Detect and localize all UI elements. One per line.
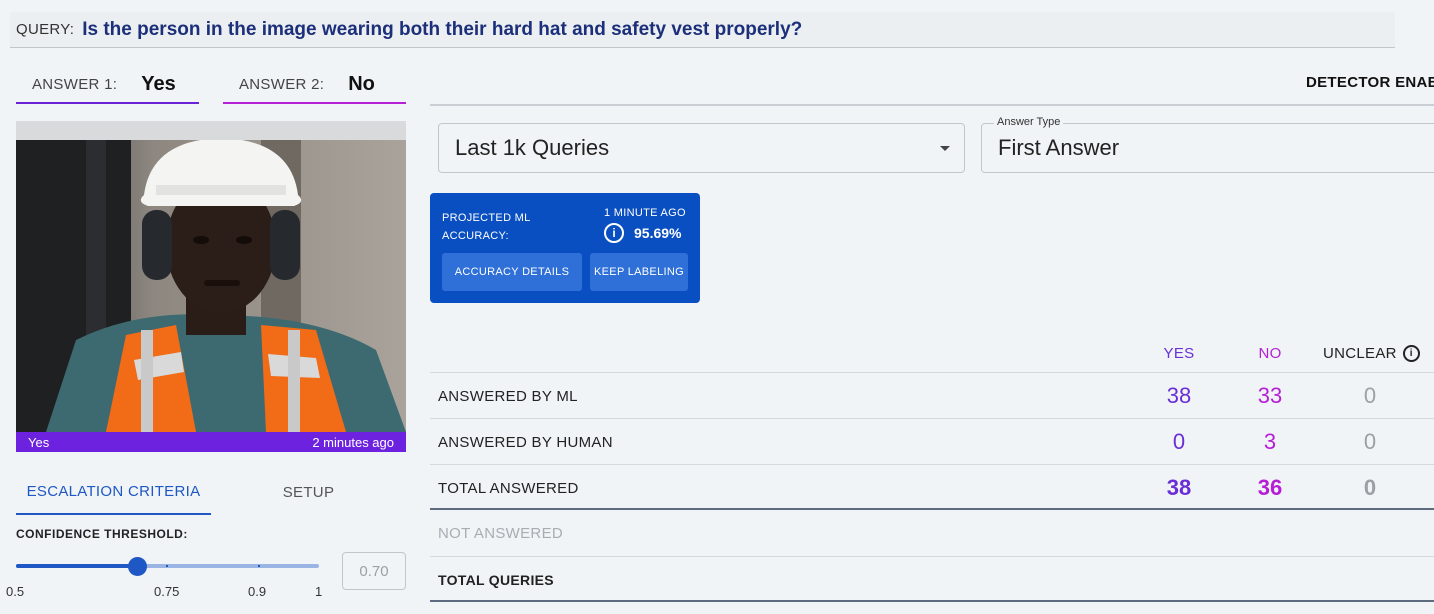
row-label: TOTAL QUERIES (438, 572, 554, 588)
answer-2-tab: ANSWER 2: No (223, 66, 406, 104)
answer-type-label: Answer Type (994, 116, 1064, 128)
cell-unclear: 0 (1363, 429, 1377, 454)
query-bar: QUERY: Is the person in the image wearin… (10, 12, 1395, 48)
accuracy-value-row: i 95.69% (604, 223, 681, 243)
tab-setup[interactable]: SETUP (211, 470, 406, 515)
stats-header-yes: YES (1163, 345, 1195, 362)
accuracy-value: 95.69% (634, 225, 682, 241)
image-caption-answer: Yes (28, 434, 50, 450)
stats-header-no: NO (1258, 345, 1282, 362)
query-image[interactable] (16, 140, 406, 432)
tab-escalation-criteria[interactable]: ESCALATION CRITERIA (16, 470, 211, 515)
answer-2-label: ANSWER 2: (239, 75, 325, 93)
cell-yes: 38 (1166, 475, 1192, 500)
slider-track (16, 564, 138, 568)
cell-no: 33 (1257, 383, 1283, 408)
answer-type-value: First Answer (998, 135, 1120, 160)
row-label: ANSWERED BY ML (438, 387, 578, 405)
info-icon[interactable]: i (1402, 345, 1420, 362)
row-label: ANSWERED BY HUMAN (438, 433, 613, 451)
answer-1-tab: ANSWER 1: Yes (16, 66, 199, 104)
answer-1-value: Yes (141, 72, 176, 95)
slider-tick-label: 1 (315, 584, 323, 599)
cell-no: 36 (1257, 475, 1283, 500)
query-range-value: Last 1k Queries (455, 135, 610, 160)
table-row: ANSWERED BY ML 38 33 0 (430, 372, 1434, 418)
stats-header-unclear: UNCLEAR i (1323, 345, 1420, 362)
slider-mark (258, 565, 260, 567)
info-icon[interactable]: i (604, 223, 624, 243)
accuracy-title: PROJECTED ML ACCURACY: (442, 209, 531, 245)
row-label: TOTAL ANSWERED (438, 479, 579, 497)
detector-enabled-label[interactable]: DETECTOR ENABL (1306, 74, 1434, 91)
answer-2-value: No (348, 72, 375, 95)
slider-tick-label: 0.5 (6, 584, 25, 599)
answer-1-label: ANSWER 1: (32, 75, 118, 93)
cell-yes: 0 (1172, 429, 1186, 454)
projected-accuracy-card: PROJECTED ML ACCURACY: 1 MINUTE AGO i 95… (430, 193, 700, 303)
query-range-select[interactable]: Last 1k Queries (438, 123, 965, 173)
table-row: NOT ANSWERED (430, 510, 1434, 556)
query-label: QUERY: (16, 21, 75, 38)
accuracy-title-line2: ACCURACY: (442, 230, 509, 242)
row-label: NOT ANSWERED (438, 524, 564, 542)
confidence-slider[interactable] (16, 557, 319, 576)
query-image-card[interactable]: Yes 2 minutes ago (16, 121, 406, 452)
dropdown-arrow-icon (940, 146, 950, 151)
cell-unclear: 0 (1363, 383, 1377, 408)
slider-tick-label: 0.75 (154, 584, 180, 599)
cell-no: 3 (1263, 429, 1277, 454)
table-row: TOTAL QUERIES (430, 556, 1434, 602)
table-row: TOTAL ANSWERED 38 36 0 (430, 464, 1434, 510)
worker-photo-icon (16, 140, 406, 432)
stats-header-unclear-label: UNCLEAR (1323, 345, 1397, 362)
table-row: ANSWERED BY HUMAN 0 3 0 (430, 418, 1434, 464)
confidence-threshold-label: CONFIDENCE THRESHOLD: (16, 527, 188, 541)
cell-unclear: 0 (1363, 475, 1377, 500)
confidence-threshold-input[interactable]: 0.70 (342, 552, 406, 590)
settings-tabs: ESCALATION CRITERIA SETUP (16, 470, 406, 515)
image-caption: Yes 2 minutes ago (16, 432, 406, 452)
accuracy-details-button[interactable]: ACCURACY DETAILS (442, 253, 582, 291)
slider-mark (166, 565, 168, 567)
image-caption-time: 2 minutes ago (312, 434, 394, 450)
cell-yes: 38 (1166, 383, 1192, 408)
query-text: Is the person in the image wearing both … (82, 18, 803, 40)
answer-type-select[interactable]: Answer Type First Answer (981, 116, 1434, 173)
accuracy-title-line1: PROJECTED ML (442, 212, 531, 224)
slider-tick-label: 0.9 (248, 584, 267, 599)
accuracy-timestamp: 1 MINUTE AGO (604, 207, 686, 219)
divider (430, 104, 1434, 106)
slider-thumb[interactable] (128, 557, 147, 576)
keep-labeling-button[interactable]: KEEP LABELING (590, 253, 688, 291)
